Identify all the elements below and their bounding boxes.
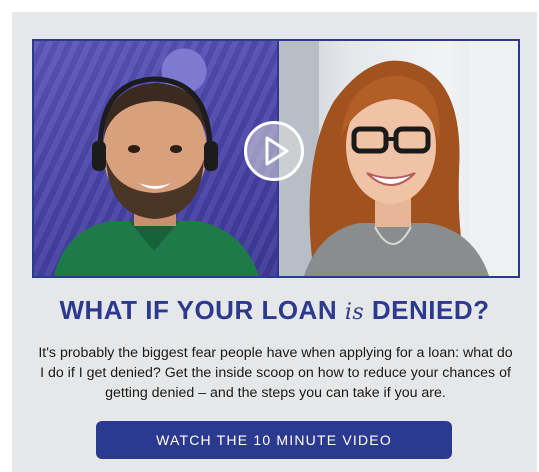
video-thumbnail[interactable] <box>32 39 520 278</box>
description-text: It's probably the biggest fear people ha… <box>38 345 513 401</box>
video-left-person <box>34 41 277 276</box>
headline-part-1: WHAT IF YOUR LOAN <box>59 295 345 325</box>
headline-part-3: DENIED? <box>364 295 490 325</box>
watch-video-button[interactable]: WATCH THE 10 MINUTE VIDEO <box>96 421 452 459</box>
play-button[interactable] <box>244 121 304 181</box>
promo-card: WHAT IF YOUR LOAN is DENIED? It's probab… <box>12 12 537 472</box>
headline-part-2: is <box>344 300 365 325</box>
play-icon <box>265 136 289 166</box>
headline: WHAT IF YOUR LOAN is DENIED? <box>12 295 537 326</box>
watch-video-button-label: WATCH THE 10 MINUTE VIDEO <box>156 432 392 448</box>
video-right-person <box>279 41 518 276</box>
